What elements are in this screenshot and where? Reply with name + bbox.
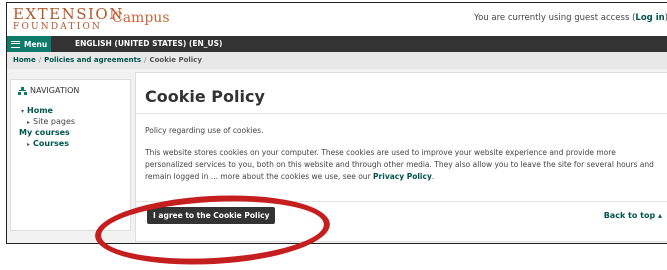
logo-line1: EXTENSION [13, 5, 124, 23]
guest-access-notice: You are currently using guest access (Lo… [474, 13, 667, 23]
navigation-heading-label: NAVIGATION [30, 86, 80, 95]
site-name[interactable]: Campus [112, 10, 170, 26]
breadcrumb: Home / Policies and agreements / Cookie Poli… [7, 52, 667, 70]
back-to-top-link[interactable]: Back to top ▴ [604, 211, 662, 220]
caret-right-icon: ▸ [27, 141, 31, 148]
nav-item-courses[interactable]: ▸ Courses [27, 138, 75, 149]
policy-body: This website stores cookies on your comp… [145, 147, 655, 183]
navigation-block: NAVIGATION ▾ Home ▸ Site pages My courses … [10, 79, 131, 231]
logo-line2: FOUNDATION [13, 22, 103, 32]
nav-item-site-pages-label: Site pages [33, 117, 76, 126]
nav-item-site-pages[interactable]: ▸ Site pages [27, 116, 75, 127]
site-logo[interactable]: EXTENSION FOUNDATION [13, 7, 122, 33]
menu-button[interactable]: Menu [7, 36, 51, 52]
breadcrumb-policies[interactable]: Policies and agreements [44, 56, 141, 64]
caret-down-icon: ▾ [21, 108, 25, 115]
hamburger-icon [11, 40, 20, 48]
page-title: Cookie Policy [145, 87, 265, 106]
login-link[interactable]: Log in [635, 13, 664, 23]
divider [136, 113, 667, 114]
nav-item-my-courses[interactable]: My courses [19, 127, 75, 138]
caret-right-icon: ▸ [27, 119, 31, 126]
menu-label: Menu [24, 39, 48, 49]
language-selector[interactable]: ENGLISH (UNITED STATES) (EN_US) [75, 39, 222, 48]
sitemap-icon [18, 86, 27, 95]
top-header: EXTENSION FOUNDATION Campus You are curr… [7, 3, 667, 36]
nav-item-home[interactable]: ▾ Home [21, 105, 75, 116]
nav-item-courses-label: Courses [33, 139, 69, 148]
nav-item-home-label: Home [27, 106, 53, 115]
menu-bar: Menu ENGLISH (UNITED STATES) (EN_US) [7, 36, 667, 52]
breadcrumb-current: Cookie Policy [149, 56, 202, 64]
guest-text: You are currently using guest access ( [474, 13, 636, 23]
policy-body-end: . [431, 172, 435, 181]
privacy-policy-link[interactable]: Privacy Policy [373, 172, 432, 181]
policy-summary: Policy regarding use of cookies. [145, 126, 264, 135]
breadcrumb-separator: / [38, 56, 42, 64]
navigation-heading: NAVIGATION [18, 86, 79, 95]
breadcrumb-separator: / [144, 56, 147, 64]
breadcrumb-home[interactable]: Home [13, 56, 36, 64]
